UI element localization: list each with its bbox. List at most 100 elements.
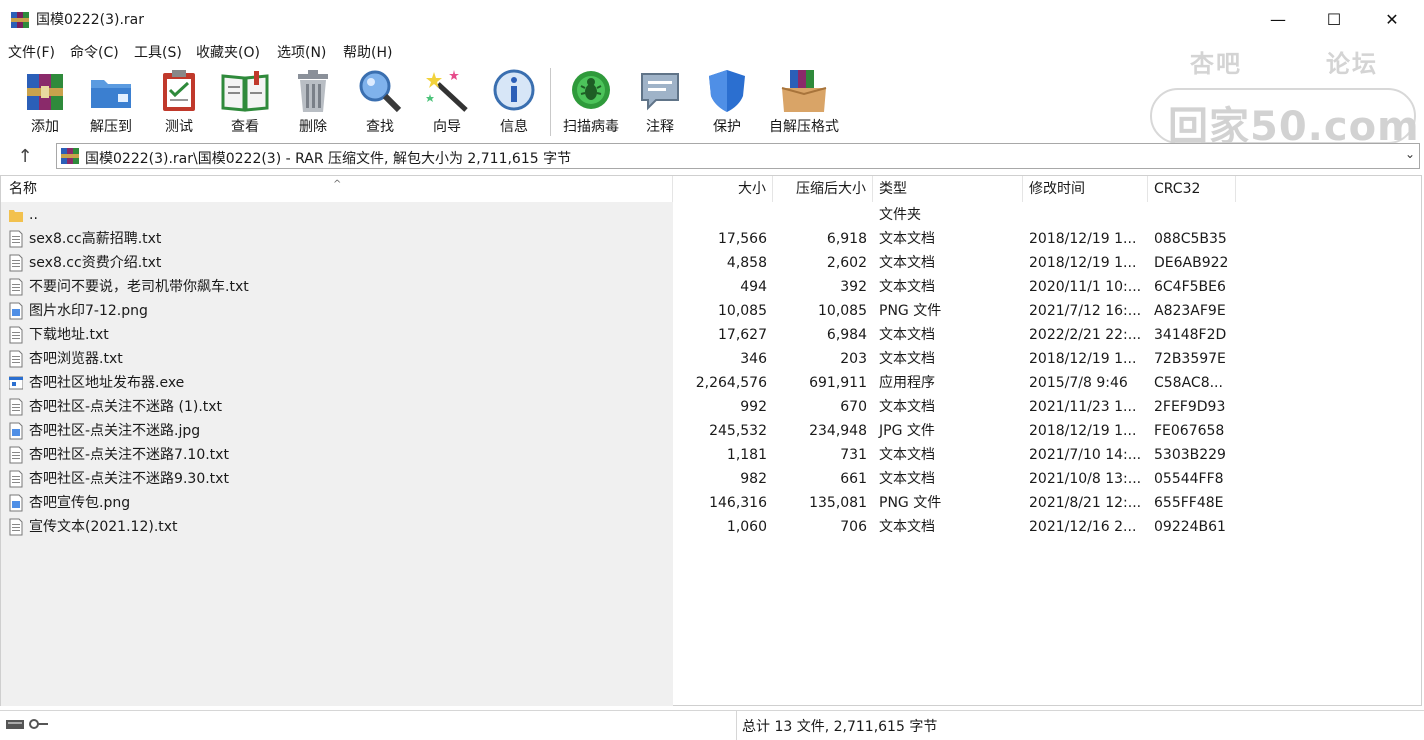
file-crc: FE067658: [1154, 423, 1225, 439]
file-type: 文本文档: [879, 519, 935, 535]
text-file-icon: [9, 326, 23, 344]
file-row[interactable]: sex8.cc资费介绍.txt 4,858 2,602 文本文档 2018/12/19 …: [1, 251, 1421, 275]
file-row[interactable]: 图片水印7-12.png 10,085 10,085 PNG 文件 2021/7/12 …: [1, 299, 1421, 323]
file-row[interactable]: 不要问不要说，老司机带你飙车.txt 494 392 文本文档 2020/11/1 10…: [1, 275, 1421, 299]
close-icon: ✕: [1385, 9, 1399, 29]
file-type: 应用程序: [879, 375, 935, 391]
menu-help[interactable]: 帮助(H): [343, 42, 392, 62]
status-divider: [736, 711, 737, 740]
file-packed-size: 6,984: [826, 327, 867, 343]
address-dropdown-icon[interactable]: ⌄: [1405, 147, 1415, 161]
file-row[interactable]: 杏吧社区地址发布器.exe 2,264,576 691,911 应用程序 2015/7/…: [1, 371, 1421, 395]
column-size[interactable]: 大小: [673, 176, 773, 202]
menu-commands[interactable]: 命令(C): [70, 42, 119, 62]
text-file-icon: [9, 350, 23, 368]
column-name[interactable]: 名称 ^: [1, 176, 673, 202]
extract-to-button[interactable]: 解压到: [78, 68, 144, 138]
file-crc: 6C4F5BE6: [1154, 279, 1226, 295]
address-field[interactable]: 国模0222(3).rar\国模0222(3) - RAR 压缩文件, 解包大小…: [56, 143, 1420, 169]
info-button[interactable]: 信息: [481, 68, 547, 138]
file-name: 下载地址.txt: [29, 327, 109, 343]
file-name: 杏吧社区-点关注不迷路7.10.txt: [29, 447, 229, 463]
file-crc: 088C5B35: [1154, 231, 1227, 247]
file-crc: 72B3597E: [1154, 351, 1226, 367]
add-button[interactable]: 添加: [12, 68, 78, 138]
menu-tools[interactable]: 工具(S): [134, 42, 182, 62]
up-folder-button[interactable]: ↑: [10, 146, 40, 168]
column-packed[interactable]: 压缩后大小: [773, 176, 873, 202]
file-type: 文本文档: [879, 447, 935, 463]
file-crc: 655FF48E: [1154, 495, 1224, 511]
file-name: 杏吧社区-点关注不迷路 (1).txt: [29, 399, 223, 415]
file-row[interactable]: 杏吧社区-点关注不迷路.jpg 245,532 234,948 JPG 文件 2018/…: [1, 419, 1421, 443]
file-packed-size: 6,918: [826, 231, 867, 247]
column-modified[interactable]: 修改时间: [1023, 176, 1148, 202]
file-name: 杏吧社区地址发布器.exe: [29, 375, 185, 391]
title-bar: 国模0222(3).rar — ☐ ✕: [0, 0, 1424, 38]
minimize-button[interactable]: —: [1249, 0, 1307, 38]
file-row[interactable]: 杏吧社区-点关注不迷路7.10.txt 1,181 731 文本文档 2021/7/10…: [1, 443, 1421, 467]
file-name: 不要问不要说，老司机带你飙车.txt: [29, 279, 249, 295]
close-button[interactable]: ✕: [1363, 0, 1421, 38]
protect-label: 保护: [713, 119, 741, 135]
toolbar-separator: [550, 68, 551, 136]
file-packed-size: 2,602: [826, 255, 867, 271]
file-name: 杏吧社区-点关注不迷路.jpg: [29, 423, 201, 439]
scan-virus-button[interactable]: 扫描病毒: [558, 68, 624, 138]
menu-file[interactable]: 文件(F): [8, 42, 55, 62]
window-title: 国模0222(3).rar: [36, 12, 145, 28]
up-arrow-icon: ↑: [17, 146, 33, 167]
file-packed-size: 10,085: [818, 303, 867, 319]
file-name: 杏吧宣传包.png: [29, 495, 131, 511]
file-row[interactable]: 杏吧社区-点关注不迷路9.30.txt 982 661 文本文档 2021/10/8 1…: [1, 467, 1421, 491]
watermark-left-text: 杏吧: [1190, 50, 1242, 78]
test-button[interactable]: 测试: [146, 68, 212, 138]
file-size: [673, 203, 767, 227]
file-modified: 2021/7/12 16:...: [1029, 303, 1142, 319]
add-label: 添加: [31, 119, 59, 135]
file-size: 17,566: [718, 231, 767, 247]
column-type-label: 类型: [879, 181, 907, 197]
maximize-button[interactable]: ☐: [1305, 0, 1363, 38]
column-modified-label: 修改时间: [1029, 181, 1085, 197]
column-size-label: 大小: [738, 181, 766, 197]
file-type: 文本文档: [879, 231, 935, 247]
file-row[interactable]: 杏吧浏览器.txt 346 203 文本文档 2018/12/19 1... 72B359…: [1, 347, 1421, 371]
view-button[interactable]: 查看: [212, 68, 278, 138]
file-row[interactable]: 下载地址.txt 17,627 6,984 文本文档 2022/2/21 22:... 3…: [1, 323, 1421, 347]
file-row[interactable]: sex8.cc高薪招聘.txt 17,566 6,918 文本文档 2018/12/19…: [1, 227, 1421, 251]
archive-icon: [61, 148, 79, 164]
menu-options[interactable]: 选项(N): [277, 42, 326, 62]
wizard-button[interactable]: 向导: [414, 68, 480, 138]
column-type[interactable]: 类型: [873, 176, 1023, 202]
file-row[interactable]: .. 文件夹: [1, 203, 1421, 227]
file-size: 494: [740, 279, 767, 295]
file-size: 17,627: [718, 327, 767, 343]
sfx-button[interactable]: 自解压格式: [764, 68, 844, 138]
exe-file-icon: [8, 374, 24, 392]
file-crc: A823AF9E: [1154, 303, 1226, 319]
delete-trash-icon: [298, 70, 328, 112]
file-crc: 09224B61: [1154, 519, 1226, 535]
status-bar: 总计 13 文件, 2,711,615 字节: [0, 710, 1424, 740]
file-row[interactable]: 杏吧社区-点关注不迷路 (1).txt 992 670 文本文档 2021/11/23 …: [1, 395, 1421, 419]
file-row[interactable]: 宣传文本(2021.12).txt 1,060 706 文本文档 2021/12/16 …: [1, 515, 1421, 539]
menu-favorites[interactable]: 收藏夹(O): [196, 42, 260, 62]
file-packed-size: 731: [840, 447, 867, 463]
text-file-icon: [9, 230, 23, 248]
protect-button[interactable]: 保护: [694, 68, 760, 138]
sfx-box-icon: [781, 70, 827, 112]
add-archive-icon: [27, 74, 63, 110]
status-summary: 总计 13 文件, 2,711,615 字节: [742, 719, 938, 735]
text-file-icon: [9, 398, 23, 416]
comment-button[interactable]: 注释: [627, 68, 693, 138]
file-row[interactable]: 杏吧宣传包.png 146,316 135,081 PNG 文件 2021/8/21 1…: [1, 491, 1421, 515]
virus-scan-icon: [572, 71, 610, 109]
file-type: 文件夹: [879, 207, 921, 223]
column-crc[interactable]: CRC32: [1148, 176, 1236, 202]
file-size: 982: [740, 471, 767, 487]
find-button[interactable]: 查找: [347, 68, 413, 138]
column-crc-label: CRC32: [1154, 181, 1201, 197]
column-name-label: 名称: [9, 181, 37, 197]
delete-button[interactable]: 删除: [280, 68, 346, 138]
